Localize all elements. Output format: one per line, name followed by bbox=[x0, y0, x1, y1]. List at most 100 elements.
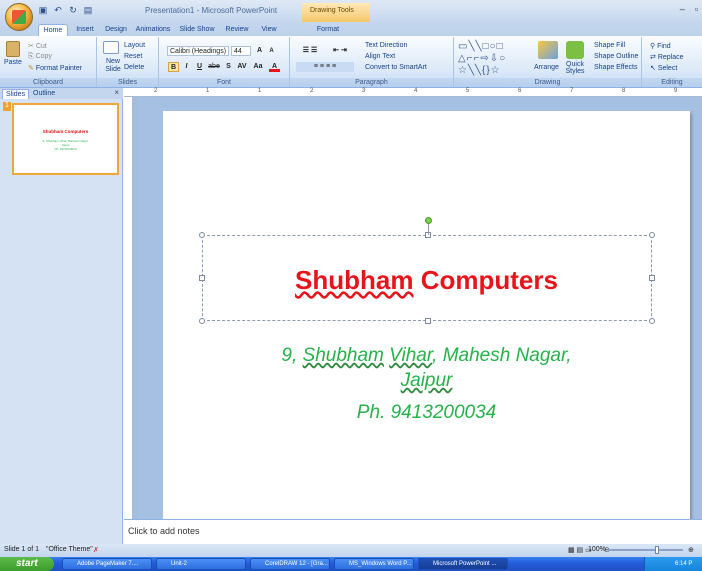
cursor-icon: ↖ bbox=[650, 65, 658, 72]
taskbar: start Adobe PageMaker 7.... Unit-2 Corel… bbox=[0, 557, 702, 571]
tab-slide-show[interactable]: Slide Show bbox=[177, 24, 217, 36]
tab-format[interactable]: Format bbox=[312, 24, 344, 36]
font-color-button[interactable]: A bbox=[269, 62, 280, 72]
alignment-icons[interactable]: ≡ ≡ ≡ ≡ bbox=[296, 62, 354, 72]
cut-button[interactable]: ✂ Cut bbox=[28, 42, 47, 50]
horizontal-ruler: 2 1 1 2 3 4 5 6 7 8 9 bbox=[124, 88, 702, 97]
char-spacing-button[interactable]: AV bbox=[235, 62, 249, 72]
delete-button[interactable]: Delete bbox=[124, 64, 144, 71]
tab-slides[interactable]: Slides bbox=[2, 89, 30, 99]
tab-view[interactable]: View bbox=[257, 24, 281, 36]
resize-handle-tl[interactable] bbox=[199, 232, 205, 238]
ruler-tick-label: 6 bbox=[518, 88, 522, 94]
replace-label: Replace bbox=[657, 54, 684, 61]
subtitle-line-2[interactable]: Jaipur bbox=[163, 370, 690, 392]
tab-outline[interactable]: Outline bbox=[30, 89, 58, 99]
grow-font-icon[interactable]: A bbox=[254, 46, 265, 56]
office-button[interactable] bbox=[5, 3, 33, 31]
restore-button[interactable]: ▫ bbox=[695, 4, 698, 14]
cut-label: Cut bbox=[35, 43, 47, 50]
undo-icon[interactable]: ↶ bbox=[52, 4, 64, 16]
resize-handle-tr[interactable] bbox=[649, 232, 655, 238]
slide[interactable]: Shubham Computers 9, Shubham Vihar, Mahe… bbox=[163, 111, 690, 527]
replace-icon: ⇄ bbox=[650, 54, 658, 61]
shape-outline-button[interactable]: Shape Outline bbox=[594, 53, 638, 60]
shrink-font-icon[interactable]: A bbox=[266, 46, 277, 56]
bold-button[interactable]: B bbox=[168, 62, 179, 72]
paste-icon[interactable] bbox=[6, 41, 20, 57]
text-direction-button[interactable]: Text Direction bbox=[365, 42, 407, 49]
italic-button[interactable]: I bbox=[181, 62, 192, 72]
strikethrough-button[interactable]: abe bbox=[207, 62, 221, 72]
replace-button[interactable]: ⇄ Replace bbox=[650, 53, 684, 61]
powerpoint-window: ▣ ↶ ↻ ▤ Presentation1 - Microsoft PowerP… bbox=[0, 0, 702, 571]
select-button[interactable]: ↖ Select bbox=[650, 64, 677, 72]
rotate-handle[interactable] bbox=[425, 217, 432, 224]
paste-button[interactable]: Paste bbox=[4, 59, 22, 66]
tab-animations[interactable]: Animations bbox=[133, 24, 173, 36]
bullets-icon[interactable]: ☰ ☰ bbox=[296, 46, 324, 56]
underline-button[interactable]: U bbox=[194, 62, 205, 72]
slide-thumbnail[interactable]: Shubham Computers 9, Shubham Vihar, Mahe… bbox=[12, 103, 119, 175]
start-button[interactable]: start bbox=[0, 557, 54, 571]
new-slide-button[interactable]: New Slide bbox=[100, 58, 126, 74]
find-button[interactable]: ⚲ Find bbox=[650, 42, 671, 50]
shapes-row2-icon[interactable]: △⌐⌐⇨⇩○ bbox=[458, 53, 506, 64]
taskbar-item-unit2[interactable]: Unit-2 bbox=[156, 558, 246, 570]
save-icon[interactable]: ▣ bbox=[37, 4, 49, 16]
shadow-button[interactable]: S bbox=[223, 62, 234, 72]
ruler-tick-label: 1 bbox=[258, 88, 262, 94]
font-name-combo[interactable]: Calibri (Headings) bbox=[167, 46, 229, 56]
tab-design[interactable]: Design bbox=[103, 24, 129, 36]
indent-icon[interactable]: ⇤ ⇥ bbox=[326, 46, 354, 56]
tab-review[interactable]: Review bbox=[222, 24, 252, 36]
notes-pane[interactable]: Click to add notes bbox=[124, 519, 702, 544]
zoom-in-icon[interactable]: ⊕ bbox=[688, 546, 694, 554]
taskbar-item-pagemaker[interactable]: Adobe PageMaker 7.... bbox=[62, 558, 152, 570]
ruler-tick-label: 9 bbox=[674, 88, 678, 94]
convert-smartart-button[interactable]: Convert to SmartArt bbox=[365, 64, 427, 71]
reset-button[interactable]: Reset bbox=[124, 53, 142, 60]
resize-handle-b[interactable] bbox=[425, 318, 431, 324]
spellcheck-icon[interactable]: ✗ bbox=[93, 546, 99, 554]
copy-button[interactable]: ⎘ Copy bbox=[28, 53, 52, 61]
zoom-slider[interactable] bbox=[608, 549, 683, 551]
ribbon-tabs: Home Insert Design Animations Slide Show… bbox=[0, 22, 702, 36]
arrange-button[interactable]: Arrange bbox=[534, 64, 559, 71]
shape-effects-button[interactable]: Shape Effects bbox=[594, 64, 637, 71]
taskbar-item-coreldraw[interactable]: CorelDRAW 12 - [Gra... bbox=[250, 558, 330, 570]
resize-handle-br[interactable] bbox=[649, 318, 655, 324]
resize-handle-r[interactable] bbox=[649, 275, 655, 281]
shape-fill-button[interactable]: Shape Fill bbox=[594, 42, 625, 49]
drawing-label: Drawing bbox=[454, 78, 641, 87]
align-text-button[interactable]: Align Text bbox=[365, 53, 395, 60]
subtitle-line-1[interactable]: 9, Shubham Vihar, Mahesh Nagar, bbox=[163, 345, 690, 367]
close-icon[interactable]: × bbox=[114, 88, 119, 97]
minimize-button[interactable]: – bbox=[680, 4, 685, 14]
font-group: Calibri (Headings) 44 A A B I U abe S AV… bbox=[159, 37, 290, 87]
new-slide-icon[interactable]: ▤ bbox=[82, 4, 94, 16]
new-slide-icon[interactable] bbox=[103, 41, 119, 54]
quick-styles-icon[interactable] bbox=[566, 41, 584, 59]
quick-styles-button[interactable]: Quick Styles bbox=[562, 61, 588, 75]
tab-home[interactable]: Home bbox=[38, 24, 68, 36]
arrange-icon[interactable] bbox=[538, 41, 558, 59]
subtitle-line-3[interactable]: Ph. 9413200034 bbox=[163, 402, 690, 424]
ruler-tick-label: 7 bbox=[570, 88, 574, 94]
taskbar-item-word[interactable]: MS_Windows Word P... bbox=[334, 558, 414, 570]
taskbar-item-powerpoint[interactable]: Microsoft PowerPoint ... bbox=[418, 558, 508, 570]
change-case-button[interactable]: Aa bbox=[251, 62, 265, 72]
shapes-row3-icon[interactable]: ☆╲╲{}☆ bbox=[458, 65, 501, 76]
copy-icon: ⎘ bbox=[28, 53, 36, 60]
slide-info: Slide 1 of 1 bbox=[4, 546, 40, 553]
resize-handle-l[interactable] bbox=[199, 275, 205, 281]
format-painter-button[interactable]: ✎ Format Painter bbox=[28, 64, 82, 72]
zoom-slider-thumb[interactable] bbox=[655, 546, 659, 554]
tab-insert[interactable]: Insert bbox=[72, 24, 98, 36]
shapes-gallery-icon[interactable]: ▭╲╲□○□ bbox=[458, 41, 504, 52]
font-size-combo[interactable]: 44 bbox=[231, 46, 251, 56]
layout-button[interactable]: Layout bbox=[124, 42, 145, 49]
title-selection-box[interactable] bbox=[199, 232, 655, 324]
redo-icon[interactable]: ↻ bbox=[67, 4, 79, 16]
resize-handle-bl[interactable] bbox=[199, 318, 205, 324]
